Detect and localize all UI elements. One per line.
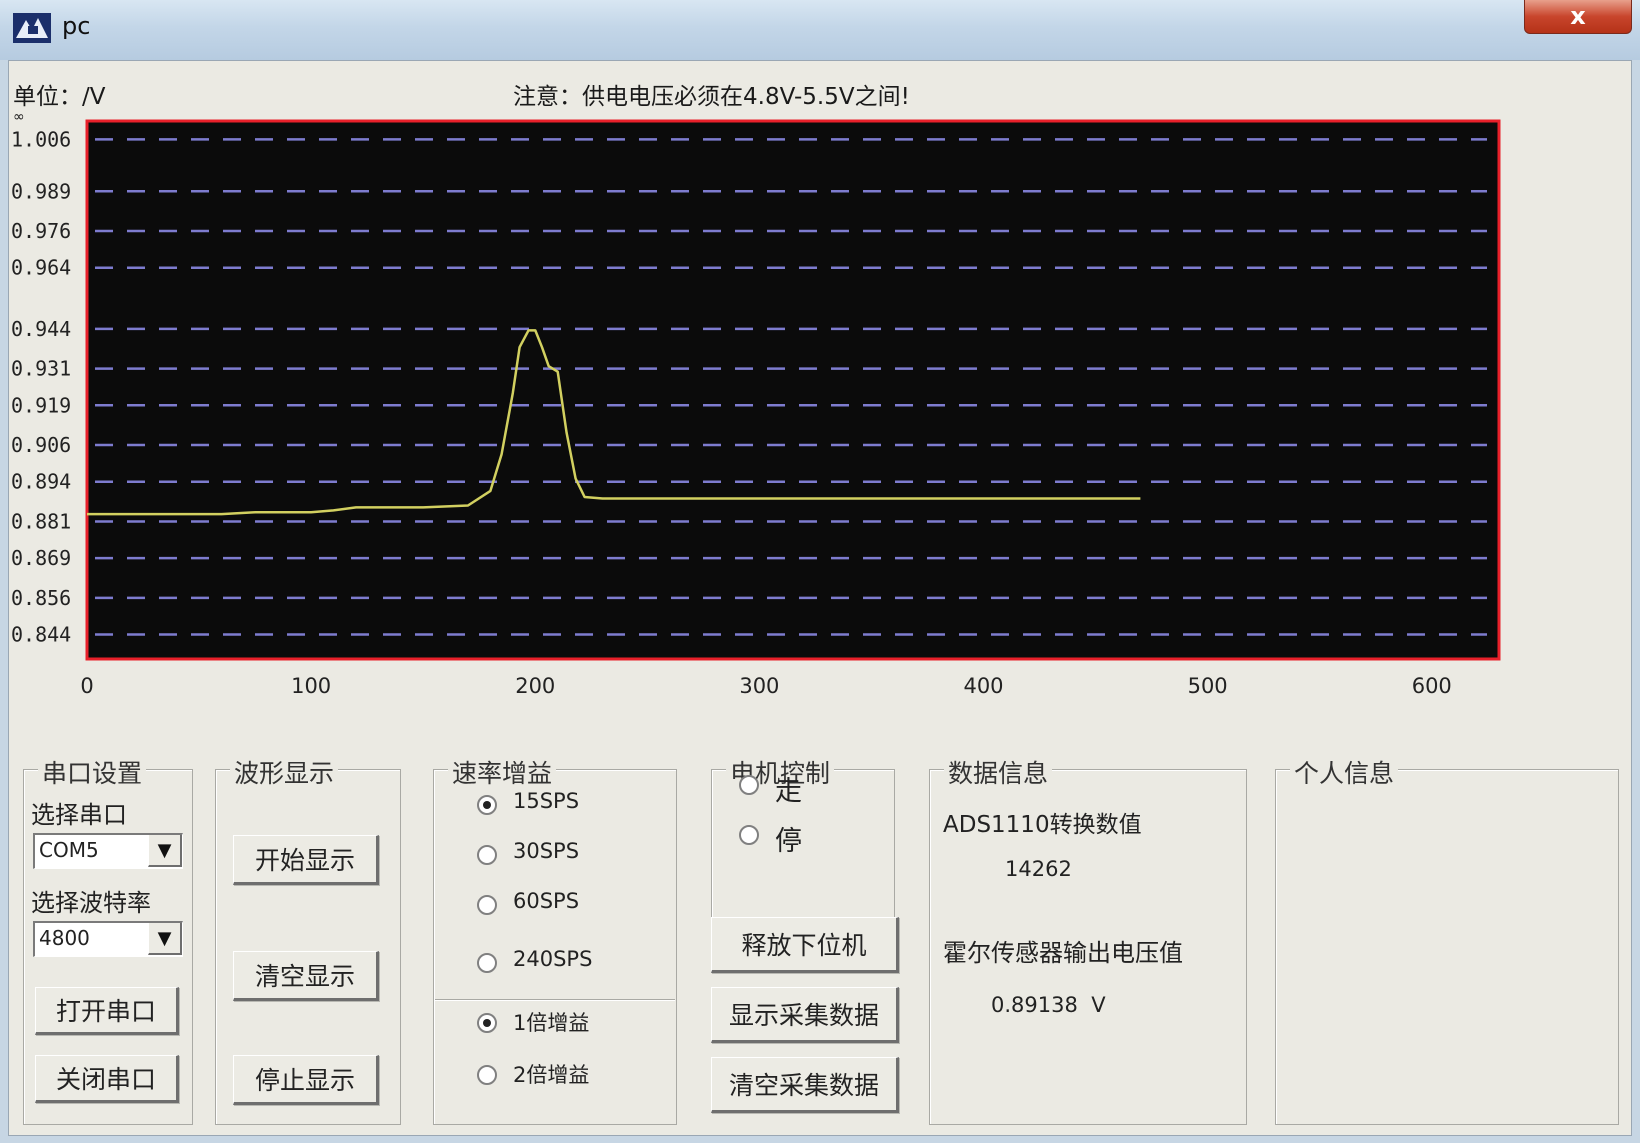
port-select-value: COM5	[39, 838, 99, 862]
gain-option-radio[interactable]	[477, 1065, 497, 1085]
motor-stop-radio[interactable]	[739, 825, 759, 845]
rate-option-label: 15SPS	[513, 789, 580, 813]
serial-settings-title: 串口设置	[38, 754, 147, 790]
motor-stop-label: 停	[775, 826, 802, 857]
y-tick-label: 0.869	[11, 546, 71, 570]
close-port-button[interactable]: 关闭串口	[35, 1055, 179, 1103]
open-port-button[interactable]: 打开串口	[35, 987, 179, 1035]
rate-option-label: 240SPS	[513, 947, 593, 971]
rate-option-radio-dot	[483, 801, 491, 809]
app-logo-icon	[13, 13, 51, 43]
x-tick-label: 600	[1412, 674, 1452, 698]
motor-go-radio[interactable]	[739, 775, 759, 795]
y-tick-label: 0.964	[11, 256, 71, 280]
x-tick-label: 200	[515, 674, 555, 698]
rate-option-radio[interactable]	[477, 845, 497, 865]
window-title: pc	[62, 12, 91, 40]
rate-gain-divider	[435, 999, 675, 1001]
motor-control-group: 电机控制	[711, 754, 895, 919]
baud-select-value: 4800	[39, 926, 90, 950]
y-tick-label: 0.931	[11, 357, 71, 381]
y-tick-label: 0.976	[11, 219, 71, 243]
personal-info-group: 个人信息	[1275, 754, 1619, 1125]
x-tick-label: 0	[80, 674, 93, 698]
rate-option-radio[interactable]	[477, 953, 497, 973]
y-tick-label: 1.006	[11, 127, 71, 151]
clear-collected-data-button[interactable]: 清空采集数据	[711, 1057, 899, 1113]
port-select-dropdown-icon[interactable]: ▼	[148, 835, 182, 867]
data-info-title: 数据信息	[944, 754, 1053, 790]
stop-display-button[interactable]: 停止显示	[233, 1055, 379, 1105]
start-display-button[interactable]: 开始显示	[233, 835, 379, 885]
plot-area	[85, 119, 1501, 661]
y-tick-label: 0.894	[11, 470, 71, 494]
x-tick-label: 500	[1188, 674, 1228, 698]
select-port-label: 选择串口	[31, 801, 127, 829]
y-tick-label: 0.919	[11, 393, 71, 417]
gain-option-radio[interactable]	[477, 1013, 497, 1033]
ads-value: 14262	[1005, 857, 1072, 881]
x-tick-label: 400	[963, 674, 1003, 698]
y-tick-label: 0.856	[11, 586, 71, 610]
clear-display-button[interactable]: 清空显示	[233, 951, 379, 1001]
x-tick-label: 100	[291, 674, 331, 698]
rate-option-label: 30SPS	[513, 839, 580, 863]
rate-option-radio[interactable]	[477, 895, 497, 915]
baud-select-dropdown-icon[interactable]: ▼	[148, 923, 182, 955]
rate-option-label: 60SPS	[513, 889, 580, 913]
port-select[interactable]: COM5 ▼	[33, 833, 183, 869]
hall-voltage-value: 0.89138 V	[991, 993, 1106, 1017]
client-area: 单位：/V 注意：供电电压必须在4.8V-5.5V之间! ∞ 1.006 0.98…	[8, 60, 1632, 1136]
title-bar[interactable]: pc x	[0, 0, 1640, 60]
baud-select[interactable]: 4800 ▼	[33, 921, 183, 957]
gain-option-label: 1倍增益	[513, 1011, 590, 1035]
app-window: pc x 单位：/V 注意：供电电压必须在4.8V-5.5V之间! ∞ 1.00…	[0, 0, 1640, 1143]
y-tick-label: 0.944	[11, 317, 71, 341]
rate-option-radio[interactable]	[477, 795, 497, 815]
personal-info-title: 个人信息	[1290, 754, 1399, 790]
y-tick-label: 0.906	[11, 433, 71, 457]
release-slave-button[interactable]: 释放下位机	[711, 917, 899, 973]
y-tick-label: 0.844	[11, 623, 71, 647]
hall-voltage-label: 霍尔传感器输出电压值	[943, 939, 1183, 967]
motor-go-label: 走	[775, 776, 802, 807]
gain-option-radio-dot	[483, 1019, 491, 1027]
gain-option-label: 2倍增益	[513, 1063, 590, 1087]
ads-value-label: ADS1110转换数值	[943, 812, 1142, 838]
rate-gain-title: 速率增益	[448, 754, 557, 790]
select-baud-label: 选择波特率	[31, 889, 151, 917]
show-collected-data-button[interactable]: 显示采集数据	[711, 987, 899, 1043]
y-tick-label: 0.881	[11, 509, 71, 533]
close-button[interactable]: x	[1524, 0, 1632, 34]
x-tick-label: 300	[739, 674, 779, 698]
y-tick-label: 0.989	[11, 179, 71, 203]
waveform-chart: 1.006 0.989 0.976 0.964 0.944 0.931 0.919 0.906…	[11, 119, 1501, 698]
waveform-group-title: 波形显示	[230, 754, 339, 790]
